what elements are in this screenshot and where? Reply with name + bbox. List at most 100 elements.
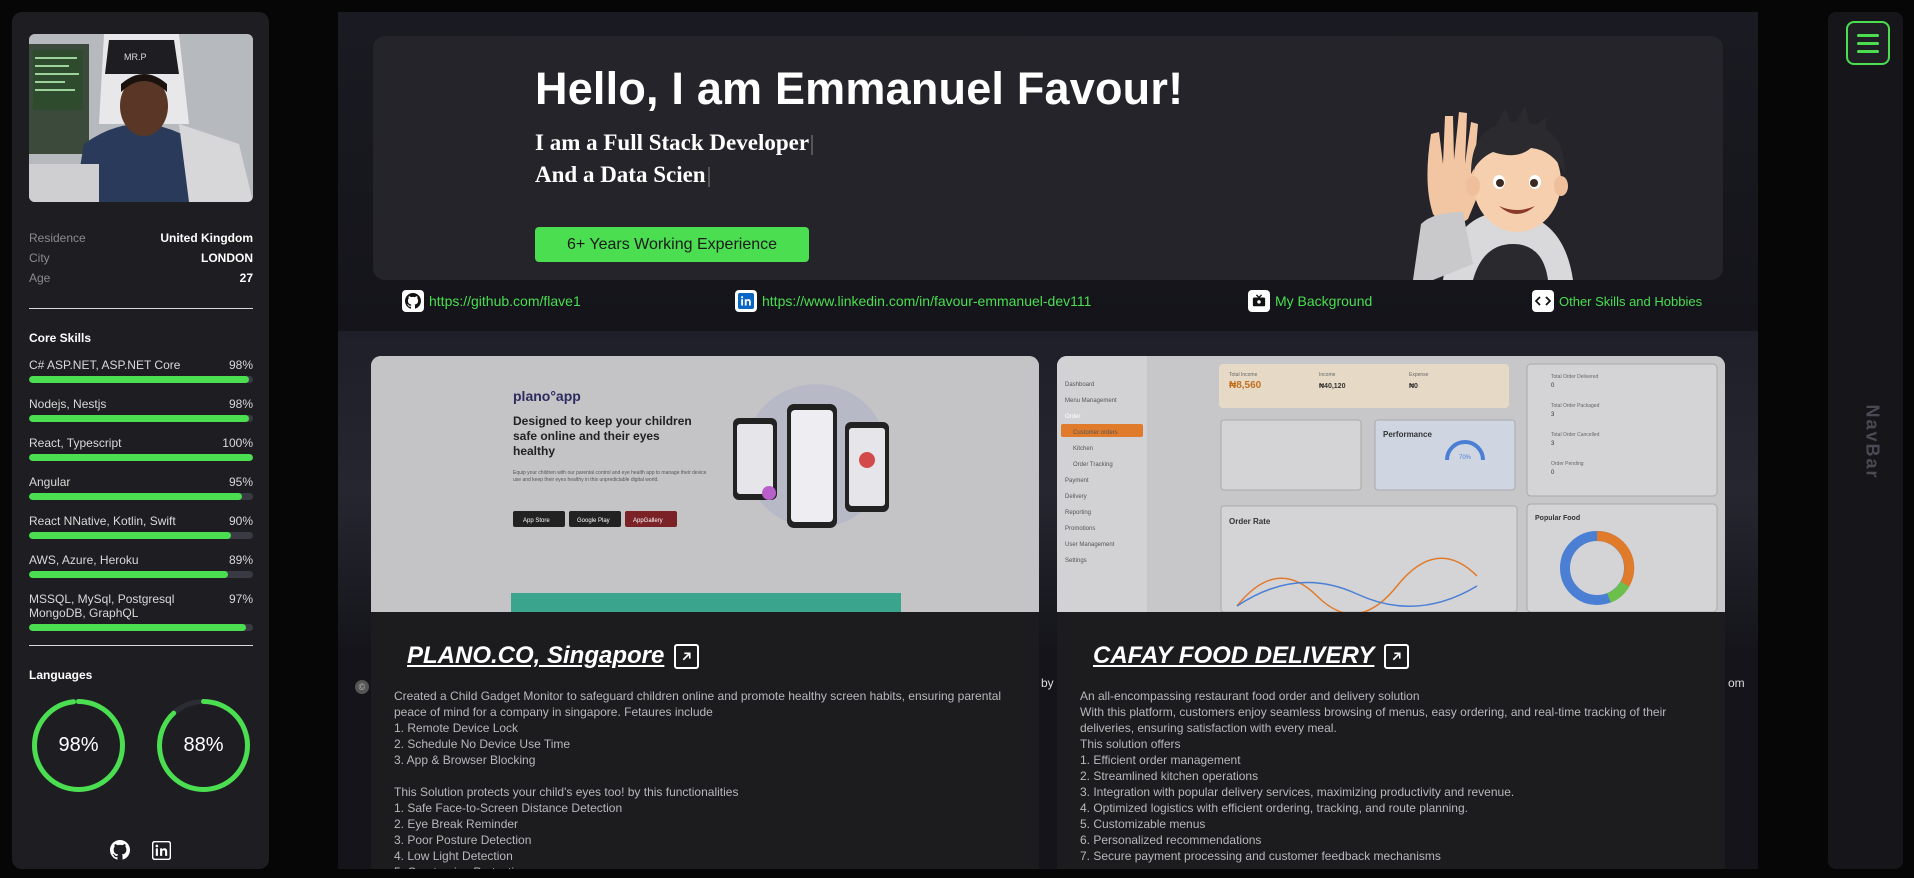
skill-progress-bar (29, 493, 253, 500)
screenshot-menu-item: Kitchen (1073, 446, 1093, 452)
skill-header: React NNative, Kotlin, Swift 90% (29, 514, 253, 528)
github-icon[interactable] (110, 840, 130, 860)
screenshot-side-label: Total Order Packaged (1551, 403, 1600, 409)
waving-memoji-image (1413, 106, 1573, 280)
divider (29, 308, 253, 309)
screenshot-menu-item: Promotions (1065, 526, 1095, 532)
skill-header: C# ASP.NET, ASP.NET Core 98% (29, 358, 253, 372)
skill-percent: 95% (228, 475, 253, 489)
skill-item: AWS, Azure, Heroku 89% (29, 553, 253, 578)
hamburger-icon (1857, 41, 1879, 45)
language-percent: 88% (183, 734, 224, 756)
skill-header: Nodejs, Nestjs 98% (29, 397, 253, 411)
project-card-plano[interactable]: plano°app Designed to keep your children… (371, 356, 1039, 869)
skill-progress-fill (29, 493, 242, 500)
project-title-text[interactable]: PLANO.CO, Singapore (407, 642, 664, 670)
background-text: by (1041, 676, 1054, 690)
skills-link[interactable]: Other Skills and Hobbies (1532, 290, 1702, 312)
info-key: Residence (29, 231, 86, 245)
screenshot-menu-item: Payment (1065, 478, 1089, 484)
skill-name: MSSQL, MySql, Postgresql MongoDB, GraphQ… (29, 592, 175, 620)
svg-text:AppGallery: AppGallery (633, 518, 663, 524)
external-link-icon[interactable] (1384, 643, 1410, 669)
info-row-residence: Residence United Kingdom (29, 228, 253, 248)
hero-card: Hello, I am Emmanuel Favour! I am a Full… (373, 36, 1723, 280)
svg-text:Google Play: Google Play (577, 518, 610, 524)
hero-title: Hello, I am Emmanuel Favour! (535, 63, 1184, 114)
screenshot-stat-value: ₦40,120 (1319, 383, 1346, 390)
skill-progress-fill (29, 376, 249, 383)
navbar-label: NavBar (1862, 404, 1883, 480)
svg-text:Order Rate: Order Rate (1229, 517, 1271, 526)
typing-cursor (811, 134, 814, 155)
main-content: Hello, I am Emmanuel Favour! I am a Full… (338, 12, 1758, 869)
skill-name: C# ASP.NET, ASP.NET Core (29, 358, 181, 372)
svg-text:Performance: Performance (1383, 430, 1432, 439)
languages-title: Languages (29, 668, 93, 682)
hero-role-line-2: And a Data Scien (535, 162, 710, 188)
project-description: An all-encompassing restaurant food orde… (1080, 689, 1667, 863)
linkedin-link-text: https://www.linkedin.com/in/favour-emman… (762, 293, 1092, 309)
language-percent: 98% (58, 734, 99, 756)
project-title-text[interactable]: CAFAY FOOD DELIVERY (1093, 642, 1374, 670)
info-row-city: City LONDON (29, 248, 253, 268)
language-progress-ring: 88% (154, 696, 253, 795)
skill-item: Angular 95% (29, 475, 253, 500)
project-card-cafay[interactable]: Dashboard Menu Management Order Customer or… (1057, 356, 1725, 869)
svg-text:plano°app: plano°app (513, 388, 581, 404)
screenshot-menu-item: Order (1065, 414, 1080, 420)
info-value: LONDON (201, 251, 253, 265)
divider (29, 645, 253, 646)
screenshot-stat-label: Expense (1409, 372, 1429, 378)
skill-header: MSSQL, MySql, Postgresql MongoDB, GraphQ… (29, 592, 253, 620)
external-link-icon[interactable] (674, 643, 700, 669)
skill-name: AWS, Azure, Heroku (29, 553, 139, 567)
info-row-age: Age 27 (29, 268, 253, 288)
skills-list: C# ASP.NET, ASP.NET Core 98% Nodejs, Nestj… (29, 358, 253, 631)
linkedin-link[interactable]: https://www.linkedin.com/in/favour-emman… (735, 290, 1091, 312)
skill-progress-bar (29, 532, 253, 539)
skill-progress-fill (29, 415, 249, 422)
skill-progress-fill (29, 624, 247, 631)
skill-progress-bar (29, 415, 253, 422)
screenshot-menu-item: User Management (1065, 542, 1115, 548)
menu-toggle-button[interactable] (1846, 21, 1890, 65)
background-text: om (1728, 676, 1745, 690)
screenshot-menu-item: Dashboard (1065, 382, 1094, 388)
skill-header: AWS, Azure, Heroku 89% (29, 553, 253, 567)
copyright-icon: © (355, 680, 369, 694)
screenshot-stat-value: ₦0 (1409, 383, 1418, 390)
tv-icon (1248, 290, 1270, 312)
skill-percent: 97% (228, 592, 253, 606)
background-link[interactable]: My Background (1248, 290, 1372, 312)
svg-text:70%: 70% (1459, 455, 1472, 461)
linkedin-icon (735, 290, 757, 312)
skill-name: React, Typescript (29, 436, 122, 450)
screenshot-side-label: Total Order Cancelled (1551, 432, 1600, 438)
linkedin-icon[interactable] (152, 840, 171, 860)
skill-progress-fill (29, 571, 229, 578)
skill-name: Nodejs, Nestjs (29, 397, 107, 411)
svg-text:MR.P: MR.P (124, 52, 147, 62)
right-navbar: NavBar (1828, 12, 1903, 869)
svg-text:Popular Food: Popular Food (1535, 515, 1580, 522)
project-title[interactable]: CAFAY FOOD DELIVERY (1093, 642, 1410, 670)
github-link[interactable]: https://github.com/flave1 (402, 290, 581, 312)
skill-item: React NNative, Kotlin, Swift 90% (29, 514, 253, 539)
hamburger-icon (1857, 49, 1879, 53)
skill-name: Angular (29, 475, 71, 489)
screenshot-menu-item: Menu Management (1065, 398, 1117, 404)
experience-button[interactable]: 6+ Years Working Experience (535, 227, 809, 262)
screenshot-menu-item: Reporting (1065, 510, 1091, 516)
languages-list: 98% 88% (29, 696, 253, 795)
skill-progress-bar (29, 454, 253, 461)
sidebar-social-links (12, 831, 269, 869)
profile-photo: MR.P (29, 34, 253, 202)
screenshot-side-label: Order Pending (1551, 461, 1584, 467)
core-skills-title: Core Skills (29, 331, 92, 345)
skill-progress-bar (29, 376, 253, 383)
skill-item: Nodejs, Nestjs 98% (29, 397, 253, 422)
project-title[interactable]: PLANO.CO, Singapore (407, 642, 700, 670)
screenshot-menu-item: Customer orders (1073, 430, 1118, 436)
background-link-text: My Background (1275, 293, 1373, 309)
